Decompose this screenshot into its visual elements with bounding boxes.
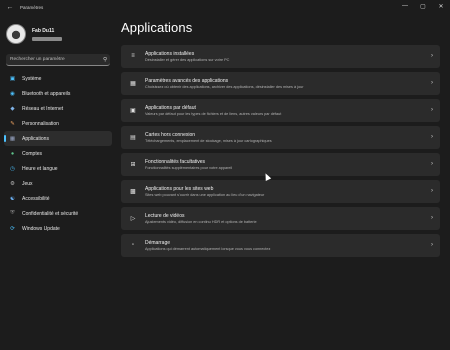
title-bar: ← Paramètres — ▢ ✕ [0, 0, 450, 14]
sidebar-item-accessibilite[interactable]: ☯ Accessibilité [4, 191, 112, 206]
accessibility-icon: ☯ [10, 195, 15, 202]
sidebar-item-label: Comptes [22, 150, 43, 157]
profile[interactable]: Fab Du11 [6, 24, 62, 44]
sidebar-item-confidentialite[interactable]: ⛨ Confidentialité et sécurité [4, 206, 112, 221]
chevron-right-icon: › [431, 107, 433, 114]
chevron-right-icon: › [431, 215, 433, 222]
avatar [6, 24, 26, 44]
sidebar-item-label: Réseau et Internet [22, 105, 64, 112]
card-title: Lecture de vidéos [145, 212, 185, 219]
clock-icon: ◷ [10, 165, 15, 172]
back-arrow-icon[interactable]: ← [3, 0, 17, 14]
card-title: Applications pour les sites web [145, 185, 214, 192]
card-optional-features[interactable]: ⊞ Fonctionnalités facultatives Fonctionn… [121, 153, 440, 176]
sidebar-item-label: Bluetooth et appareils [22, 90, 71, 97]
card-subtitle: Téléchargements, emplacement de stockage… [145, 139, 272, 143]
search-placeholder: Rechercher un paramètre [10, 57, 65, 62]
sidebar-item-label: Applications [22, 135, 49, 142]
chevron-right-icon: › [431, 134, 433, 141]
window-controls: — ▢ ✕ [396, 0, 450, 12]
sidebar-item-label: Personnalisation [22, 120, 59, 127]
card-offline-maps[interactable]: ▤ Cartes hors connexion Téléchargements,… [121, 126, 440, 149]
card-subtitle: Ajustements vidéo, diffusion en continu … [145, 220, 257, 224]
settings-list: ≡ Applications installées Désinstaller e… [121, 45, 440, 261]
card-subtitle: Désinstaller et gérer des applications s… [145, 58, 230, 62]
sidebar-item-windows-update[interactable]: ⟳ Windows Update [4, 221, 112, 236]
chevron-right-icon: › [431, 242, 433, 249]
minimize-button[interactable]: — [396, 0, 414, 12]
sidebar: Fab Du11 Rechercher un paramètre ⚲ ▣ Sys… [0, 14, 116, 350]
sidebar-nav: ▣ Système ◉ Bluetooth et appareils ◆ Rés… [4, 71, 112, 236]
sidebar-item-heure[interactable]: ◷ Heure et langue [4, 161, 112, 176]
sidebar-item-label: Jeux [22, 180, 33, 187]
sidebar-item-jeux[interactable]: ⚙ Jeux [4, 176, 112, 191]
card-advanced-app-settings[interactable]: ▦ Paramètres avancés des applications Ch… [121, 72, 440, 95]
card-installed-apps[interactable]: ≡ Applications installées Désinstaller e… [121, 45, 440, 68]
profile-email-redacted [32, 36, 62, 41]
close-button[interactable]: ✕ [432, 0, 450, 12]
update-icon: ⟳ [10, 225, 15, 232]
card-startup[interactable]: ▫ Démarrage Applications qui démarrent a… [121, 234, 440, 257]
sidebar-item-label: Accessibilité [22, 195, 50, 202]
card-title: Applications par défaut [145, 104, 196, 111]
card-subtitle: Valeurs par défaut pour les types de fic… [145, 112, 282, 116]
default-apps-icon: ▣ [130, 107, 136, 114]
search-icon[interactable]: ⚲ [100, 57, 110, 63]
card-subtitle: Applications qui démarrent automatiqueme… [145, 247, 271, 251]
account-icon: ● [10, 150, 15, 157]
card-title: Applications installées [145, 50, 195, 57]
card-title: Démarrage [145, 239, 171, 246]
monitor-icon: ▣ [9, 75, 16, 82]
sidebar-item-systeme[interactable]: ▣ Système [4, 71, 112, 86]
video-icon: ▷ [130, 215, 136, 222]
shield-icon: ⛨ [10, 210, 15, 216]
card-subtitle: Fonctionnalités supplémentaires pour vot… [145, 166, 233, 170]
window-title: Paramètres [20, 4, 44, 10]
chevron-right-icon: › [431, 80, 433, 87]
profile-name: Fab Du11 [32, 27, 55, 34]
web-apps-icon: ▩ [130, 188, 136, 195]
chevron-right-icon: › [431, 161, 433, 168]
sidebar-item-label: Système [22, 75, 42, 82]
wifi-icon: ◆ [10, 105, 15, 112]
card-apps-for-websites[interactable]: ▩ Applications pour les sites web Sites … [121, 180, 440, 203]
card-title: Cartes hors connexion [145, 131, 196, 138]
sidebar-item-label: Heure et langue [22, 165, 58, 172]
chevron-right-icon: › [431, 188, 433, 195]
gamepad-icon: ⚙ [10, 180, 15, 187]
page-title: Applications [121, 20, 193, 35]
chevron-right-icon: › [431, 53, 433, 60]
list-icon: ≡ [131, 53, 135, 60]
card-subtitle: Sites web pouvant s'ouvrir dans une appl… [145, 193, 265, 197]
bluetooth-icon: ◉ [10, 90, 15, 97]
features-icon: ⊞ [130, 161, 136, 168]
brush-icon: ✎ [10, 120, 15, 127]
sidebar-item-comptes[interactable]: ● Comptes [4, 146, 112, 161]
card-subtitle: Choisissez où obtenir des applications, … [145, 85, 304, 89]
search-input[interactable]: Rechercher un paramètre ⚲ [6, 54, 110, 66]
sidebar-item-reseau[interactable]: ◆ Réseau et Internet [4, 101, 112, 116]
card-video-playback[interactable]: ▷ Lecture de vidéos Ajustements vidéo, d… [121, 207, 440, 230]
sidebar-item-personnalisation[interactable]: ✎ Personnalisation [4, 116, 112, 131]
apps-settings-icon: ▦ [130, 80, 136, 87]
card-default-apps[interactable]: ▣ Applications par défaut Valeurs par dé… [121, 99, 440, 122]
card-title: Paramètres avancés des applications [145, 77, 229, 84]
map-icon: ▤ [130, 134, 136, 141]
sidebar-item-label: Confidentialité et sécurité [22, 210, 79, 217]
card-title: Fonctionnalités facultatives [145, 158, 206, 165]
sidebar-item-applications[interactable]: ▦ Applications [4, 131, 112, 146]
sidebar-item-bluetooth[interactable]: ◉ Bluetooth et appareils [4, 86, 112, 101]
sidebar-item-label: Windows Update [22, 225, 60, 232]
apps-icon: ▦ [9, 135, 16, 142]
maximize-button[interactable]: ▢ [414, 0, 432, 12]
startup-icon: ▫ [131, 242, 135, 249]
